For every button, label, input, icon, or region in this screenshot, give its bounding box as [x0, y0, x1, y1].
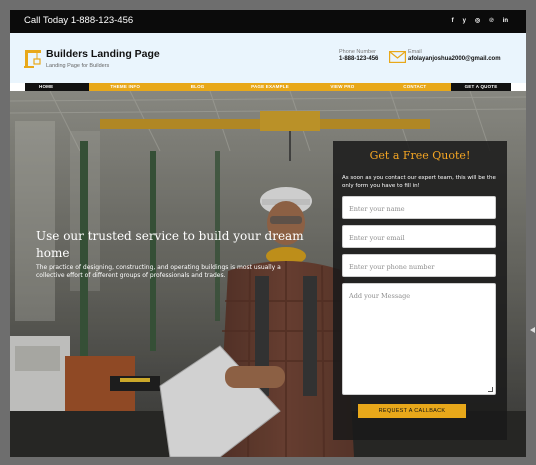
facebook-icon[interactable]: f — [452, 16, 454, 26]
nav-item-blog[interactable]: BLOG — [161, 83, 233, 91]
site-tagline: Landing Page for Builders — [46, 63, 110, 69]
call-today-text: Call Today 1-888-123-456 — [24, 15, 134, 26]
site-title[interactable]: Builders Landing Page — [46, 48, 160, 60]
name-input[interactable]: Enter your name — [342, 196, 496, 219]
hero-title: Use our trusted service to build your dr… — [36, 229, 304, 260]
site-header: Builders Landing Page Landing Page for B… — [10, 33, 526, 83]
scroll-left-arrow-icon[interactable] — [530, 327, 535, 333]
message-textarea[interactable]: Add your Message — [342, 283, 496, 395]
pinterest-icon[interactable]: ℗ — [489, 16, 493, 26]
twitter-icon[interactable]: y — [463, 16, 466, 26]
resize-handle-icon[interactable] — [488, 387, 493, 392]
phone-label: Phone Number — [339, 49, 376, 55]
email-value: afolayanjoshua2000@gmail.com — [408, 56, 501, 62]
nav-item-view-pro[interactable]: VIEW PRO — [306, 83, 378, 91]
phone-value: 1-888-123-456 — [339, 56, 379, 62]
page-frame: Call Today 1-888-123-456 f y ◎ ℗ in Buil… — [10, 10, 526, 457]
nav-item-contact[interactable]: CONTACT — [379, 83, 451, 91]
form-title: Get a Free Quote! — [369, 149, 471, 162]
nav-item-home[interactable]: HOME — [25, 83, 89, 91]
phone-input[interactable]: Enter your phone number — [342, 254, 496, 277]
hero-section: Use our trusted service to build your dr… — [10, 91, 526, 457]
crane-logo-icon[interactable] — [24, 48, 42, 68]
message-placeholder: Add your Message — [349, 292, 411, 300]
instagram-icon[interactable]: ◎ — [475, 16, 480, 26]
nav-item-get-a-quote[interactable]: GET A QUOTE — [451, 83, 512, 91]
linkedin-icon[interactable]: in — [503, 16, 508, 26]
request-callback-button[interactable]: REQUEST A CALLBACK — [358, 404, 466, 418]
nav-item-page-example[interactable]: PAGE EXAMPLE — [234, 83, 306, 91]
nav-item-theme-info[interactable]: THEME INFO — [89, 83, 161, 91]
email-input[interactable]: Enter your email — [342, 225, 496, 248]
main-nav: HOME THEME INFO BLOG PAGE EXAMPLE VIEW P… — [25, 83, 512, 91]
mail-icon — [389, 51, 406, 63]
phone-info: Phone Number 1-888-123-456 — [339, 49, 378, 62]
quote-form-panel: Get a Free Quote! As soon as you contact… — [333, 141, 507, 440]
top-bar: Call Today 1-888-123-456 f y ◎ ℗ in — [10, 10, 526, 33]
form-subtitle: As soon as you contact our expert team, … — [342, 175, 496, 189]
social-links: f y ◎ ℗ in — [452, 16, 508, 26]
email-label: Email — [408, 49, 422, 55]
hero-description: The practice of designing, constructing,… — [36, 264, 281, 279]
email-info: Email afolayanjoshua2000@gmail.com — [408, 49, 501, 62]
